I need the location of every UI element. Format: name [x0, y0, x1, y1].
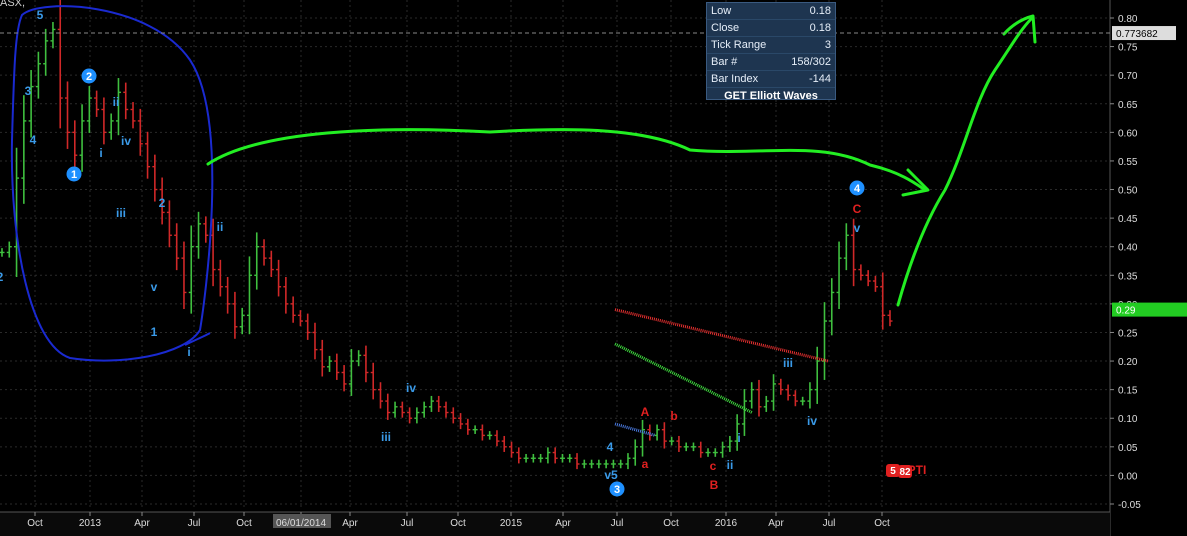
wave-label: ii — [727, 458, 734, 472]
wave-label: i — [737, 431, 740, 445]
y-tick-label: 0.65 — [1118, 100, 1138, 111]
wave-label: v — [151, 280, 158, 294]
info-value: 158/302 — [791, 56, 831, 68]
y-tick-label: 0.35 — [1118, 271, 1138, 282]
x-tick-label: Apr — [342, 518, 358, 529]
x-tick-label: 2016 — [715, 518, 738, 529]
info-value: 0.18 — [809, 5, 831, 17]
wave-label: 1 — [151, 325, 158, 339]
wave-label: 3 — [614, 484, 620, 496]
info-row-low: Low 0.18 — [707, 3, 835, 20]
wave-label: 4 — [30, 133, 37, 147]
wave-label: v — [854, 221, 861, 235]
wave-label: A — [641, 405, 650, 419]
x-tick-label: Oct — [663, 518, 679, 529]
x-tick-label: Apr — [134, 518, 150, 529]
y-tick-label: 0.45 — [1118, 214, 1138, 225]
info-row-tick-range: Tick Range 3 — [707, 37, 835, 54]
y-tick-label: 0.25 — [1118, 328, 1138, 339]
x-tick-label: Jul — [401, 518, 414, 529]
y-tick-label: 0.80 — [1118, 14, 1138, 25]
x-tick-label: 2013 — [79, 518, 102, 529]
wave-label: 1 — [71, 169, 77, 181]
info-label: Tick Range — [711, 39, 767, 51]
y-tick-label: 0.70 — [1118, 71, 1138, 82]
wave-label: v5 — [604, 468, 618, 482]
info-value: 3 — [824, 39, 831, 51]
x-tick-label: Apr — [768, 518, 784, 529]
x-tick-label: Oct — [27, 518, 43, 529]
info-row-bar-number: Bar # 158/302 — [707, 54, 835, 71]
wave-label: b — [670, 409, 677, 423]
wave-label: c — [710, 459, 717, 473]
x-tick-label: 06/01/2014 — [276, 518, 326, 529]
y-tick-label: 0.10 — [1118, 414, 1138, 425]
wave-label: iv — [121, 134, 131, 148]
info-label: Bar Index — [711, 73, 759, 85]
wave-label: 5 — [37, 8, 44, 22]
wave-label: a — [642, 457, 649, 471]
wave-label: 4 — [854, 183, 861, 195]
wave-label: 82 — [899, 467, 911, 478]
x-tick-label: Oct — [236, 518, 252, 529]
info-label: Low — [711, 5, 732, 17]
info-value: -144 — [808, 73, 831, 85]
wave-label: iv — [807, 414, 817, 428]
elliott-wave-chart: 5342iiivi1iii2v1iiiiviii4v53AabcBiiiiiii… — [0, 0, 1187, 536]
wave-label: i — [99, 146, 102, 160]
wave-label: 3 — [25, 84, 32, 98]
x-tick-label: 2015 — [500, 518, 523, 529]
x-tick-label: Jul — [611, 518, 624, 529]
wave-label: C — [853, 202, 862, 216]
y-tick-label: 0.50 — [1118, 186, 1138, 197]
info-label: Close — [711, 22, 740, 34]
y-tick-label: 0.75 — [1118, 43, 1138, 54]
wave-label: iii — [116, 206, 126, 220]
reference-price-text: 0.773682 — [1116, 29, 1158, 40]
ticker-text: ASX, — [0, 0, 26, 9]
wave-label: B — [710, 478, 719, 492]
x-tick-label: Jul — [823, 518, 836, 529]
y-tick-label: 0.20 — [1118, 357, 1138, 368]
info-value: 0.18 — [809, 22, 831, 34]
y-tick-label: 0.15 — [1118, 386, 1138, 397]
y-tick-label: 0.05 — [1118, 443, 1138, 454]
y-tick-label: 0.00 — [1118, 471, 1138, 482]
wave-label: 2 — [0, 270, 4, 284]
wave-label: ii — [113, 95, 120, 109]
x-tick-label: Oct — [450, 518, 466, 529]
y-tick-label: 0.55 — [1118, 157, 1138, 168]
wave-label: ii — [217, 220, 224, 234]
wave-label: 2 — [159, 196, 166, 210]
info-row-bar-index: Bar Index -144 — [707, 71, 835, 88]
wave-label: iv — [406, 381, 416, 395]
get-elliott-waves-button[interactable]: GET Elliott Waves — [707, 88, 835, 104]
bar-info-panel: Low 0.18 Close 0.18 Tick Range 3 Bar # 1… — [706, 2, 836, 102]
current-price-text: 0.29 — [1116, 306, 1136, 317]
wave-label: iii — [381, 430, 391, 444]
info-row-close: Close 0.18 — [707, 20, 835, 37]
wave-label: 2 — [86, 71, 92, 83]
wave-label: i — [187, 345, 190, 359]
y-tick-label: 0.60 — [1118, 128, 1138, 139]
y-tick-label: 0.40 — [1118, 243, 1138, 254]
ticker-label: ASX, — [0, 0, 25, 9]
wave-label: iii — [783, 356, 793, 370]
info-label: Bar # — [711, 56, 738, 68]
x-tick-label: Apr — [555, 518, 571, 529]
wave-label: 5 — [890, 466, 896, 477]
wave-label: 4 — [607, 440, 614, 454]
y-tick-label: -0.05 — [1118, 500, 1141, 511]
x-tick-label: Oct — [874, 518, 890, 529]
x-tick-label: Jul — [188, 518, 201, 529]
